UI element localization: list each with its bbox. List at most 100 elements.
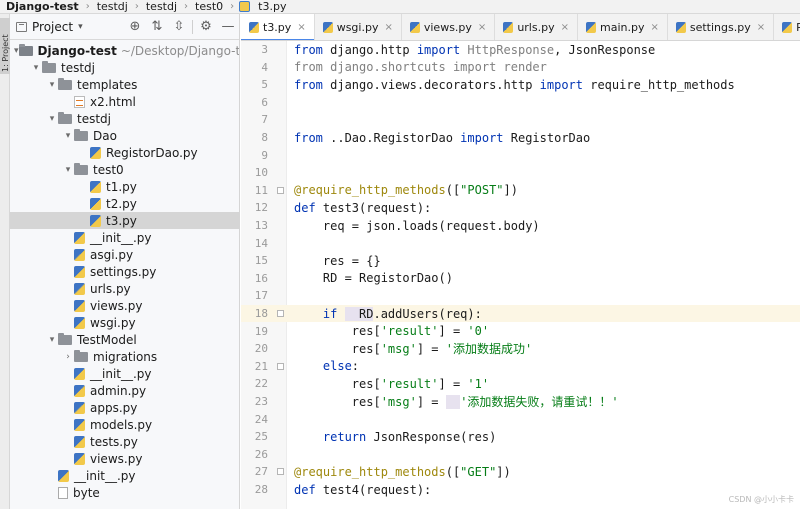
expand-all-icon[interactable]: ⇅ — [146, 16, 168, 38]
editor-tab[interactable]: settings.py × — [668, 14, 775, 40]
code-line[interactable]: 7 — [241, 111, 800, 128]
editor-tab[interactable]: main.py × — [578, 14, 668, 40]
fold-marker-icon[interactable] — [277, 468, 284, 476]
tree-folder-item[interactable]: ▾ test0 — [10, 161, 239, 178]
code-line[interactable]: 25 return JsonResponse(res) — [241, 428, 800, 445]
breadcrumb-item[interactable]: Django-test — [2, 0, 83, 13]
tree-file-item[interactable]: admin.py — [10, 382, 239, 399]
line-number: 4 — [261, 60, 268, 74]
close-icon[interactable]: × — [384, 22, 392, 33]
code-line[interactable]: 17 — [241, 287, 800, 304]
tree-file-item[interactable]: wsgi.py — [10, 314, 239, 331]
breadcrumb-separator-icon: › — [184, 1, 189, 12]
code-line[interactable]: 10 — [241, 164, 800, 181]
code-line[interactable]: 11 @require_http_methods(["POST"]) — [241, 182, 800, 199]
tree-file-item[interactable]: byte — [10, 484, 239, 501]
code-line[interactable]: 8 from ..Dao.RegistorDao import RegistorD… — [241, 129, 800, 146]
tree-file-item[interactable]: asgi.py — [10, 246, 239, 263]
fold-marker-icon[interactable] — [277, 362, 284, 370]
line-number: 18 — [254, 307, 268, 320]
tree-file-item[interactable]: urls.py — [10, 280, 239, 297]
breadcrumb-item[interactable]: test0 — [191, 0, 227, 13]
code-line[interactable]: 19 res['result'] = '0' — [241, 323, 800, 340]
editor-tab[interactable]: urls.py × — [495, 14, 578, 40]
chevron-right-icon[interactable]: › — [62, 352, 74, 362]
code-line[interactable]: 16 RD = RegistorDao() — [241, 270, 800, 287]
code-line[interactable]: 9 — [241, 147, 800, 164]
tree-file-item[interactable]: RegistorDao.py — [10, 144, 239, 161]
code-line[interactable]: 26 — [241, 446, 800, 463]
fold-marker-icon[interactable] — [277, 186, 284, 194]
code-line[interactable]: 12 def test3(request): — [241, 199, 800, 216]
breadcrumb-item[interactable]: testdj — [93, 0, 132, 13]
line-number: 17 — [254, 289, 268, 303]
code-line[interactable]: 27 @require_http_methods(["GET"]) — [241, 463, 800, 480]
gear-icon[interactable]: ⚙ — [195, 16, 217, 38]
tree-file-item[interactable]: t1.py — [10, 178, 239, 195]
code-line[interactable]: 13 req = json.loads(request.body) — [241, 217, 800, 234]
close-icon[interactable]: × — [650, 22, 658, 33]
chevron-down-icon[interactable]: ▾ — [30, 63, 42, 73]
editor-tab[interactable]: views.py × — [402, 14, 496, 40]
code-line[interactable]: 6 — [241, 94, 800, 111]
tree-file-item[interactable]: settings.py — [10, 263, 239, 280]
code-text: @require_http_methods(["POST"]) — [294, 183, 518, 197]
chevron-down-icon[interactable]: ▾ — [46, 335, 58, 345]
folder-icon — [74, 162, 88, 175]
breadcrumb-item[interactable]: t3.py — [254, 0, 290, 13]
code-line[interactable]: 5 from django.views.decorators.http impor… — [241, 76, 800, 93]
chevron-down-icon[interactable]: ▾ — [46, 80, 58, 90]
tree-file-item[interactable]: __init__.py — [10, 365, 239, 382]
tree-folder-item[interactable]: ▾ templates — [10, 76, 239, 93]
project-tool-window-button[interactable]: 1: Project — [0, 18, 10, 74]
tree-file-item[interactable]: __init__.py — [10, 229, 239, 246]
chevron-down-icon[interactable]: ▾ — [78, 22, 83, 32]
tree-folder-item[interactable]: ▾ Dao — [10, 127, 239, 144]
close-icon[interactable]: × — [561, 22, 569, 33]
code-line[interactable]: 18 if RD.addUsers(req): — [241, 305, 800, 322]
hide-panel-icon[interactable]: — — [217, 16, 239, 38]
code-line[interactable]: 20 res['msg'] = '添加数据成功' — [241, 340, 800, 357]
tree-file-item[interactable]: __init__.py — [10, 467, 239, 484]
tree-folder-item[interactable]: ▾ Django-test~/Desktop/Django-test — [10, 42, 239, 59]
chevron-down-icon[interactable]: ▾ — [62, 165, 74, 175]
code-line[interactable]: 4 from django.shortcuts import render — [241, 59, 800, 76]
chevron-down-icon[interactable]: ▾ — [62, 131, 74, 141]
code-line[interactable]: 23 res['msg'] = '添加数据失败，请重试！！' — [241, 393, 800, 410]
editor-tab[interactable]: RegistorDao.py× — [774, 14, 800, 40]
close-icon[interactable]: × — [297, 22, 305, 33]
collapse-all-icon[interactable]: ⇳ — [168, 16, 190, 38]
locate-file-icon[interactable]: ⊕ — [124, 16, 146, 38]
tree-file-item[interactable]: t2.py — [10, 195, 239, 212]
tree-folder-item[interactable]: › migrations — [10, 348, 239, 365]
tree-file-item[interactable]: views.py — [10, 450, 239, 467]
chevron-down-icon[interactable]: ▾ — [14, 46, 19, 56]
close-icon[interactable]: × — [478, 22, 486, 33]
project-view-selector[interactable]: Project — [32, 20, 73, 34]
editor-tab[interactable]: wsgi.py × — [315, 14, 402, 40]
tree-folder-item[interactable]: ▾ TestModel — [10, 331, 239, 348]
breadcrumb-item[interactable]: testdj — [142, 0, 181, 13]
code-line[interactable]: 14 — [241, 235, 800, 252]
tree-file-item[interactable]: models.py — [10, 416, 239, 433]
fold-marker-icon[interactable] — [277, 310, 284, 317]
code-line[interactable]: 24 — [241, 411, 800, 428]
tree-file-item[interactable]: apps.py — [10, 399, 239, 416]
tree-file-item[interactable]: views.py — [10, 297, 239, 314]
close-icon[interactable]: × — [757, 22, 765, 33]
tree-folder-item[interactable]: ▾ testdj — [10, 110, 239, 127]
code-editor[interactable]: 3 from django.http import HttpResponse, J… — [241, 41, 800, 509]
tree-folder-item[interactable]: ▾ testdj — [10, 59, 239, 76]
code-line[interactable]: 22 res['result'] = '1' — [241, 375, 800, 392]
code-line[interactable]: 21 else: — [241, 358, 800, 375]
editor-tab[interactable]: t3.py × — [241, 14, 315, 40]
tree-file-item[interactable]: x2.html — [10, 93, 239, 110]
code-token: import — [416, 42, 468, 57]
code-line[interactable]: 3 from django.http import HttpResponse, J… — [241, 41, 800, 58]
tree-file-item[interactable]: tests.py — [10, 433, 239, 450]
tree-file-item[interactable]: t3.py — [10, 212, 239, 229]
code-line[interactable]: 15 res = {} — [241, 252, 800, 269]
chevron-down-icon[interactable]: ▾ — [46, 114, 58, 124]
folder-icon — [58, 111, 72, 124]
code-line[interactable]: 28 def test4(request): — [241, 481, 800, 498]
